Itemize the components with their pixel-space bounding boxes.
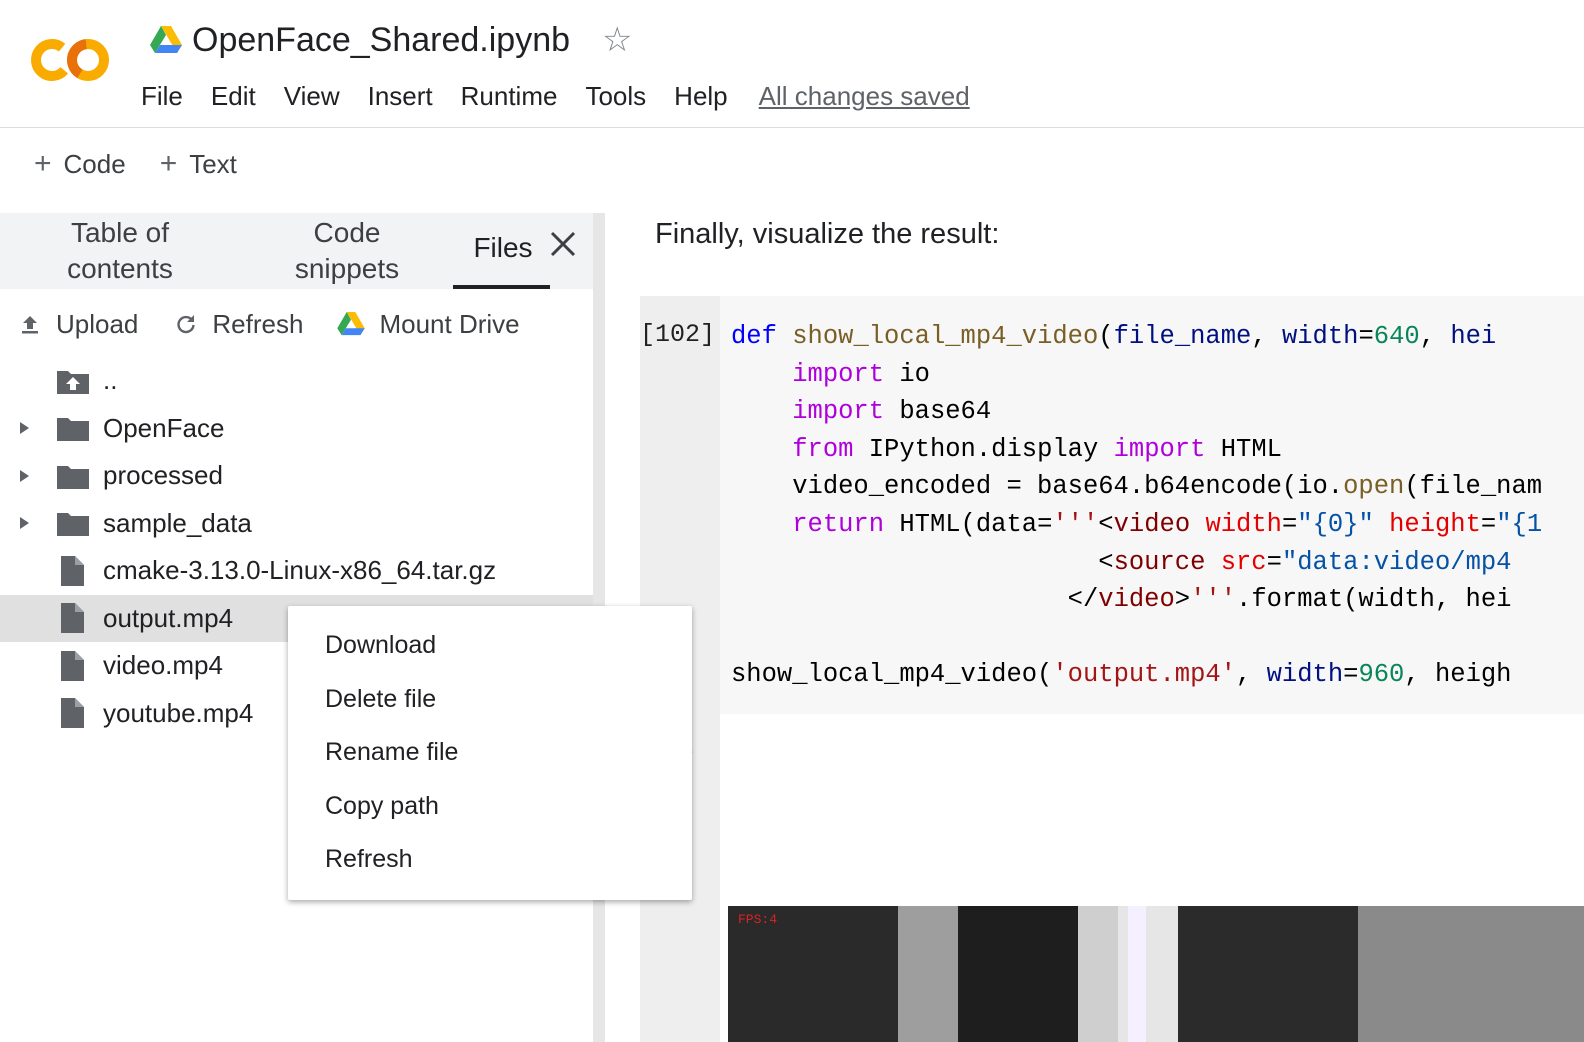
- menu-edit[interactable]: Edit: [211, 81, 256, 112]
- plus-icon: +: [159, 147, 178, 180]
- tree-item-label: ..: [103, 365, 118, 396]
- refresh-icon: [177, 315, 196, 334]
- tab-table-of-contents[interactable]: Table of contents: [50, 215, 190, 287]
- tab-files[interactable]: Files: [456, 230, 550, 266]
- add-code-cell-button[interactable]: + Code: [34, 149, 126, 180]
- folder-icon: [57, 513, 89, 537]
- file-icon: [61, 698, 84, 729]
- app-header: OpenFace_Shared.ipynb ☆ File Edit View I…: [0, 0, 1584, 128]
- menu-item-refresh[interactable]: Refresh: [288, 833, 692, 887]
- sidebar-tabs: Table of contents Code snippets Files: [0, 213, 593, 289]
- code-line: show_local_mp4_video('output.mp4', width…: [731, 660, 1512, 690]
- menu-bar: File Edit View Insert Runtime Tools Help…: [141, 78, 970, 114]
- menu-item-download[interactable]: Download: [288, 619, 692, 673]
- plus-icon: +: [34, 147, 52, 180]
- tree-item-label: processed: [103, 460, 223, 491]
- active-tab-indicator: [453, 285, 550, 289]
- add-code-label: Code: [63, 148, 126, 179]
- colab-logo[interactable]: [28, 30, 112, 86]
- execution-count[interactable]: [102]: [640, 320, 715, 349]
- tree-item-folder[interactable]: OpenFace: [0, 405, 593, 453]
- tree-item-label: OpenFace: [103, 412, 225, 443]
- tree-item-label: video.mp4: [103, 650, 223, 681]
- menu-view[interactable]: View: [284, 81, 340, 112]
- code-line: def show_local_mp4_video(file_name, widt…: [731, 322, 1497, 351]
- cell-toolbar: + Code + Text: [0, 129, 1584, 199]
- save-status-link[interactable]: All changes saved: [759, 81, 970, 112]
- mount-drive-label: Mount Drive: [379, 308, 520, 339]
- google-drive-icon: [337, 312, 366, 336]
- folder-up-icon: [57, 370, 89, 394]
- code-line: return HTML(data='''<video width="{0}" h…: [792, 509, 1543, 539]
- file-icon: [61, 650, 84, 681]
- menu-file[interactable]: File: [141, 81, 183, 112]
- video-player[interactable]: FPS:4: [728, 906, 1584, 1042]
- notebook-title[interactable]: OpenFace_Shared.ipynb: [192, 21, 570, 60]
- tree-item-label: youtube.mp4: [103, 697, 254, 728]
- code-editor[interactable]: def show_local_mp4_video(file_name, widt…: [731, 318, 1542, 694]
- google-drive-icon: [150, 26, 182, 53]
- code-line: </video>'''.format(width, hei: [731, 585, 1512, 615]
- code-line: <source src="data:video/mp4: [731, 547, 1512, 577]
- expand-caret-icon[interactable]: [18, 469, 30, 483]
- title-row: OpenFace_Shared.ipynb ☆: [150, 18, 633, 62]
- tree-item-label: sample_data: [103, 507, 252, 538]
- tree-item-parent[interactable]: ..: [0, 357, 593, 405]
- tree-item-file[interactable]: cmake-3.13.0-Linux-x86_64.tar.gz: [0, 547, 593, 595]
- tree-item-label: cmake-3.13.0-Linux-x86_64.tar.gz: [103, 555, 497, 586]
- code-line: import io: [792, 359, 930, 389]
- folder-icon: [57, 465, 89, 489]
- code-line: import base64: [792, 397, 992, 427]
- menu-item-copy-path[interactable]: Copy path: [288, 780, 692, 834]
- expand-caret-icon[interactable]: [18, 421, 30, 435]
- tree-item-folder[interactable]: processed: [0, 452, 593, 500]
- menu-item-rename-file[interactable]: Rename file: [288, 726, 692, 780]
- add-text-cell-button[interactable]: + Text: [160, 149, 237, 180]
- expand-caret-icon[interactable]: [18, 516, 30, 530]
- tree-item-label: output.mp4: [103, 602, 234, 633]
- star-icon[interactable]: ☆: [602, 23, 632, 57]
- add-text-label: Text: [189, 148, 237, 179]
- tree-item-folder[interactable]: sample_data: [0, 500, 593, 548]
- menu-help[interactable]: Help: [674, 81, 727, 112]
- code-line: video_encoded = base64.b64encode(io.open…: [731, 472, 1543, 502]
- folder-icon: [57, 418, 89, 442]
- fps-overlay: FPS:4: [738, 912, 778, 927]
- file-icon: [61, 555, 84, 586]
- tab-code-snippets[interactable]: Code snippets: [272, 215, 422, 287]
- file-context-menu: Download Delete file Rename file Copy pa…: [288, 606, 692, 900]
- video-frame: [728, 906, 1584, 1042]
- menu-insert[interactable]: Insert: [368, 81, 433, 112]
- mount-drive-button[interactable]: Mount Drive: [337, 308, 520, 340]
- upload-button[interactable]: Upload: [18, 309, 138, 340]
- upload-icon: [22, 316, 38, 334]
- menu-runtime[interactable]: Runtime: [461, 81, 558, 112]
- menu-tools[interactable]: Tools: [585, 81, 646, 112]
- file-actions-bar: Upload Refresh Mount Drive: [0, 299, 520, 349]
- file-icon: [61, 603, 84, 634]
- upload-label: Upload: [56, 308, 139, 339]
- menu-item-delete-file[interactable]: Delete file: [288, 673, 692, 727]
- text-cell-content[interactable]: Finally, visualize the result:: [655, 218, 999, 251]
- close-icon[interactable]: [548, 229, 578, 259]
- refresh-label: Refresh: [212, 308, 304, 339]
- code-line: from IPython.display import HTML: [792, 434, 1282, 464]
- refresh-button[interactable]: Refresh: [174, 309, 303, 340]
